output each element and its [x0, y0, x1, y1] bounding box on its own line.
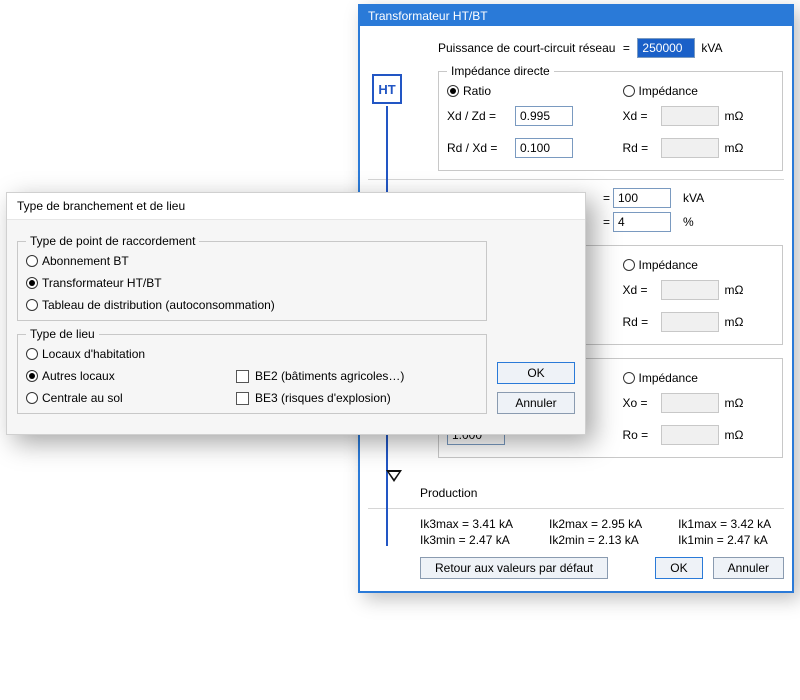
results-block: Ik3max = 3.41 kA Ik3min = 2.47 kA Ik2max…: [420, 517, 784, 547]
impd-ratio-radio[interactable]: Ratio: [447, 84, 599, 98]
imph-impedance-radio[interactable]: Impédance: [623, 371, 775, 385]
arrow-down-icon: [386, 470, 402, 482]
rd-output: [661, 138, 719, 158]
reset-defaults-button[interactable]: Retour aux valeurs par défaut: [420, 557, 608, 579]
rdxd-input[interactable]: [515, 138, 573, 158]
ik2max-value: Ik2max = 2.95 kA: [549, 517, 642, 531]
connection-cancel-button[interactable]: Annuler: [497, 392, 575, 414]
opt-transformateur-htbt[interactable]: Transformateur HT/BT: [26, 276, 478, 290]
chk-be2[interactable]: BE2 (bâtiments agricoles…): [236, 369, 478, 383]
ik3min-value: Ik3min = 2.47 kA: [420, 533, 513, 547]
impd2-impedance-radio[interactable]: Impédance: [623, 258, 775, 272]
opt-centrale-au-sol[interactable]: Centrale au sol: [26, 391, 236, 405]
ik1min-value: Ik1min = 2.47 kA: [678, 533, 771, 547]
ik2min-value: Ik2min = 2.13 kA: [549, 533, 642, 547]
transformer-cancel-button[interactable]: Annuler: [713, 557, 784, 579]
pcc-row: Puissance de court-circuit réseau = kVA: [438, 38, 784, 58]
xd-output: [661, 106, 719, 126]
ik3max-value: Ik3max = 3.41 kA: [420, 517, 513, 531]
impd-impedance-radio[interactable]: Impédance: [623, 84, 775, 98]
location-type-group: Type de lieu Locaux d'habitation Autres …: [17, 327, 487, 414]
pcc-unit: kVA: [701, 41, 733, 55]
xdzd-input[interactable]: [515, 106, 573, 126]
ht-node-icon: HT: [372, 74, 402, 104]
impedance-directe-reseau-group: Impédance directe Ratio Xd / Zd = Rd / X…: [438, 64, 783, 171]
opt-autres-locaux[interactable]: Autres locaux: [26, 369, 236, 383]
production-label: Production: [368, 486, 784, 500]
connection-ok-button[interactable]: OK: [497, 362, 575, 384]
impd-legend: Impédance directe: [447, 64, 554, 78]
cc-input[interactable]: [613, 212, 671, 232]
ik1max-value: Ik1max = 3.42 kA: [678, 517, 771, 531]
pcc-label: Puissance de court-circuit réseau: [438, 41, 615, 55]
connection-point-group: Type de point de raccordement Abonnement…: [17, 234, 487, 321]
chk-be3[interactable]: BE3 (risques d'explosion): [236, 391, 478, 405]
nominale-input[interactable]: [613, 188, 671, 208]
opt-tableau-distribution[interactable]: Tableau de distribution (autoconsommatio…: [26, 298, 478, 312]
connection-type-title: Type de branchement et de lieu: [7, 193, 585, 220]
pcc-input[interactable]: [637, 38, 695, 58]
opt-abonnement-bt[interactable]: Abonnement BT: [26, 254, 478, 268]
transformer-ok-button[interactable]: OK: [655, 557, 702, 579]
transformer-dialog-title: Transformateur HT/BT: [360, 6, 792, 26]
connection-type-dialog: Type de branchement et de lieu Type de p…: [6, 192, 586, 435]
opt-locaux-habitation[interactable]: Locaux d'habitation: [26, 347, 236, 361]
